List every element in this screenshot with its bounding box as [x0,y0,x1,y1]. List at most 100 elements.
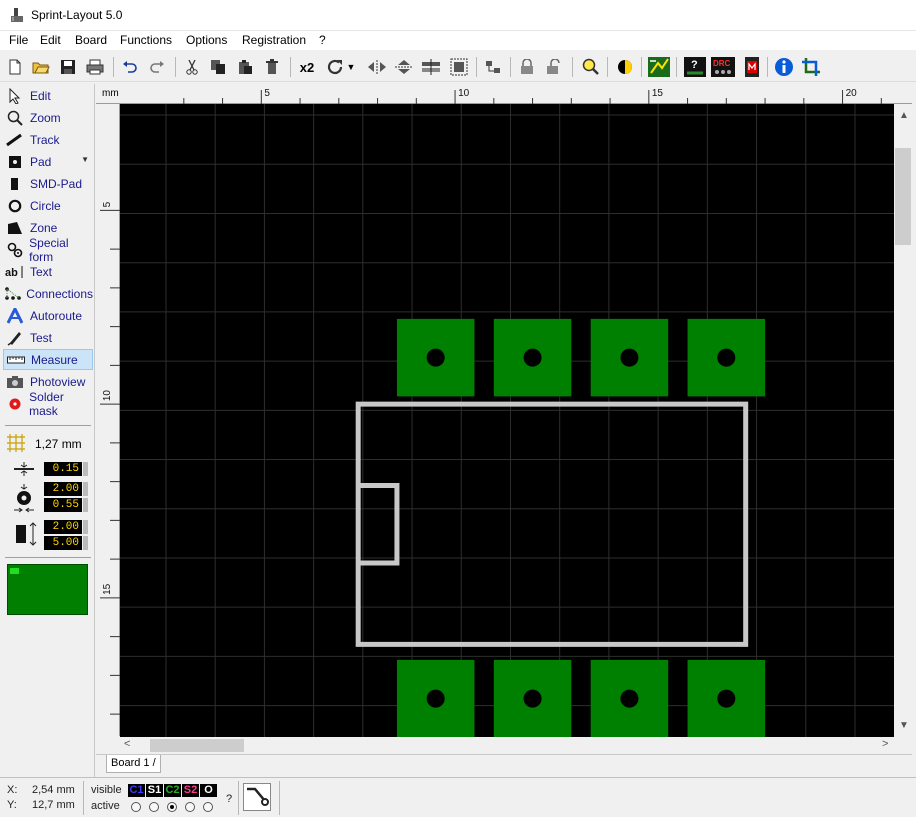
open-folder-icon[interactable] [30,56,52,78]
menu-help[interactable]: ? [319,33,326,47]
copy-icon[interactable] [207,56,229,78]
tool-circle[interactable]: Circle [3,195,93,216]
align-icon[interactable] [482,56,504,78]
layer-toggle-c2[interactable]: C2 [164,784,181,797]
active-layer-radio-s1[interactable] [149,802,159,812]
board-preview[interactable] [7,564,88,615]
group-icon[interactable] [448,56,470,78]
menu-options[interactable]: Options [186,33,227,47]
scroll-down-icon[interactable]: ▼ [899,720,909,731]
pad-outer-spinner[interactable] [83,482,88,496]
pad-hole[interactable] [523,689,542,708]
menu-edit[interactable]: Edit [40,33,61,47]
smd-height-spinner[interactable] [83,536,88,550]
smd-height-input[interactable]: 5.00 [44,536,82,550]
rotate-icon[interactable] [325,56,347,78]
tool-special-form[interactable]: Special form [3,236,93,264]
board-drawing[interactable] [120,104,894,737]
smd-pad-icon [5,175,25,193]
layer-toggle-o[interactable]: O [200,784,217,797]
menu-board[interactable]: Board [75,33,107,47]
pad-hole[interactable] [426,348,445,367]
tool-smd-pad[interactable]: SMD-Pad [3,173,93,194]
scroll-right-icon[interactable]: > [882,738,888,750]
grid-icon[interactable] [7,434,25,452]
pad-hole[interactable] [620,348,639,367]
rotate-dropdown-icon[interactable]: ▼ [345,56,357,78]
track-width-input[interactable]: 0.15 [44,462,82,476]
layer-help[interactable]: ? [226,793,232,805]
vertical-scroll-thumb[interactable] [895,148,911,245]
save-icon[interactable] [57,56,79,78]
drc-icon[interactable]: DRC [711,56,735,78]
horizontal-scroll-thumb[interactable] [150,739,244,752]
active-layer-radio-o[interactable] [203,802,213,812]
lock-icon[interactable] [516,56,538,78]
info-icon[interactable] [773,56,795,78]
cut-icon[interactable] [181,56,203,78]
pad-hole[interactable] [523,348,542,367]
tool-test[interactable]: Test [3,327,93,348]
zoom-icon[interactable] [580,56,602,78]
route-check-icon[interactable] [648,56,670,78]
mirror-vertical-icon[interactable] [393,56,415,78]
new-file-icon[interactable] [4,56,26,78]
pad-inner-spinner[interactable] [83,498,88,512]
track-width-spinner[interactable] [83,462,88,476]
paste-icon[interactable] [234,56,256,78]
tool-autoroute[interactable]: Autoroute [3,305,93,326]
board-tab[interactable]: Board 1 / [106,755,161,773]
pad-outer-input[interactable]: 2.00 [44,482,82,496]
horizontal-scrollbar[interactable]: < > [120,737,894,754]
contrast-icon[interactable] [614,56,636,78]
mirror-horizontal-icon[interactable] [366,56,388,78]
x-coord-value: 2,54 mm [32,784,75,796]
tool-measure[interactable]: Measure [3,349,93,370]
tool-zoom[interactable]: Zoom [3,107,93,128]
footprint-mode-icon[interactable] [243,783,271,811]
vertical-scrollbar[interactable]: ▲ ▼ [894,104,912,754]
layer-toggle-c1[interactable]: C1 [128,784,145,797]
redo-icon[interactable] [146,56,168,78]
crop-icon[interactable] [800,56,822,78]
tool-solder-mask[interactable]: Solder mask [3,390,93,418]
ruler-label: 5 [264,88,270,99]
photoview-icon [5,373,25,391]
delete-icon[interactable] [261,56,283,78]
grid-size-label[interactable]: 1,27 mm [35,437,82,451]
tool-pad[interactable]: Pad ▼ [3,151,93,172]
menu-functions[interactable]: Functions [120,33,172,47]
help-query-icon[interactable]: ? [684,56,706,78]
print-icon[interactable] [84,56,106,78]
menu-registration[interactable]: Registration [242,33,306,47]
pad-dropdown-icon[interactable]: ▼ [81,155,89,164]
svg-text:?: ? [691,59,698,71]
smd-width-input[interactable]: 2.00 [44,520,82,534]
active-layer-radio-c2[interactable] [167,802,177,812]
active-layer-radio-s2[interactable] [185,802,195,812]
flip-layer-icon[interactable] [420,56,442,78]
duplicate-icon[interactable]: x2 [296,56,318,78]
menu-file[interactable]: File [9,33,28,47]
tool-connections[interactable]: Connections [3,283,93,304]
tool-track[interactable]: Track [3,129,93,150]
pad-hole[interactable] [426,689,445,708]
tool-text[interactable]: ab Text [3,261,93,282]
pad-hole[interactable] [620,689,639,708]
layer-toggle-s1[interactable]: S1 [146,784,163,797]
scroll-left-icon[interactable]: < [124,738,130,750]
pad-hole[interactable] [717,348,736,367]
tool-edit[interactable]: Edit [3,85,93,106]
board-canvas[interactable] [120,104,894,737]
macro-icon[interactable] [741,56,763,78]
smd-width-spinner[interactable] [83,520,88,534]
pad-inner-input[interactable]: 0.55 [44,498,82,512]
board-tab-label: Board 1 [111,757,150,769]
preview-viewport[interactable] [10,568,19,574]
layer-toggle-s2[interactable]: S2 [182,784,199,797]
undo-icon[interactable] [119,56,141,78]
scroll-up-icon[interactable]: ▲ [899,110,909,121]
active-layer-radio-c1[interactable] [131,802,141,812]
pad-hole[interactable] [717,689,736,708]
unlock-icon[interactable] [543,56,565,78]
